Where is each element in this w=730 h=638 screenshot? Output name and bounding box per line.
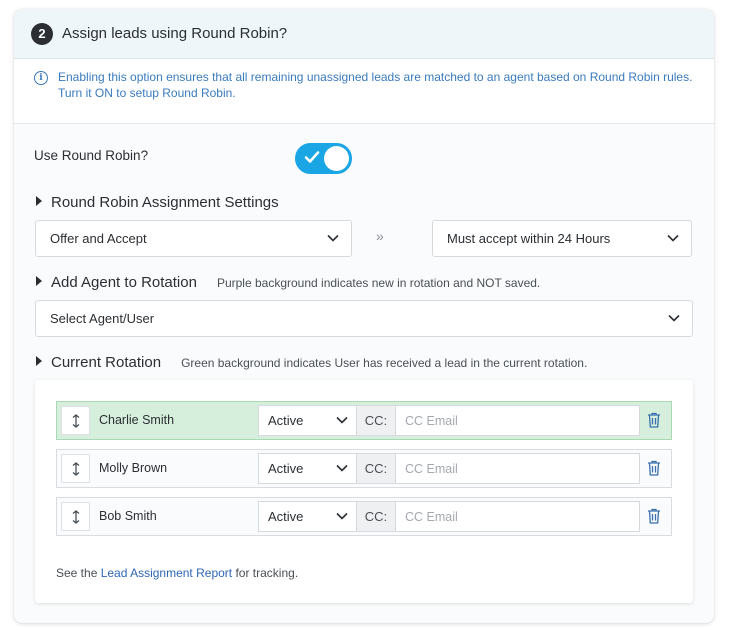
select-agent-dropdown[interactable]: Select Agent/User — [35, 300, 693, 337]
drag-handle-icon[interactable] — [61, 454, 90, 483]
current-rotation-heading[interactable]: Current Rotation Green background indica… — [36, 354, 587, 371]
accept-time-select[interactable]: Must accept within 24 Hours — [432, 220, 692, 257]
rotation-row: Molly Brown Active CC: — [56, 449, 672, 488]
card-header: 2 Assign leads using Round Robin? — [14, 9, 714, 59]
cc-label: CC: — [357, 501, 396, 532]
expand-triangle-icon — [36, 196, 42, 206]
accept-time-value: Must accept within 24 Hours — [447, 231, 611, 246]
status-select[interactable]: Active — [258, 453, 357, 484]
assignment-settings-heading[interactable]: Round Robin Assignment Settings — [36, 194, 279, 211]
use-round-robin-toggle[interactable] — [295, 143, 352, 174]
status-select[interactable]: Active — [258, 501, 357, 532]
status-value: Active — [268, 509, 304, 524]
drag-handle-icon[interactable] — [61, 502, 90, 531]
status-value: Active — [268, 413, 304, 428]
trash-icon[interactable] — [647, 412, 661, 428]
assignment-mode-value: Offer and Accept — [50, 231, 147, 246]
use-round-robin-label: Use Round Robin? — [34, 148, 149, 163]
chevron-down-icon — [336, 464, 348, 472]
use-round-robin-row: Use Round Robin? — [34, 148, 148, 163]
select-agent-placeholder: Select Agent/User — [50, 311, 155, 326]
info-box: i Enabling this option ensures that all … — [14, 59, 714, 124]
drag-handle-icon[interactable] — [61, 406, 90, 435]
cc-email-input[interactable] — [396, 405, 640, 436]
assignment-settings-title: Round Robin Assignment Settings — [51, 194, 279, 211]
info-text: Enabling this option ensures that all re… — [58, 69, 692, 123]
chevron-down-icon — [336, 512, 348, 520]
toggle-knob — [324, 146, 349, 171]
round-robin-card: 2 Assign leads using Round Robin? i Enab… — [14, 9, 714, 623]
status-select[interactable]: Active — [258, 405, 357, 436]
rotation-footer: See the Lead Assignment Report for track… — [56, 566, 298, 580]
step-badge: 2 — [31, 22, 53, 45]
cc-label: CC: — [357, 405, 396, 436]
trash-icon[interactable] — [647, 460, 661, 476]
status-value: Active — [268, 461, 304, 476]
expand-triangle-icon — [36, 356, 42, 366]
footer-suffix: for tracking. — [232, 566, 299, 580]
rotation-row: Charlie Smith Active CC: — [56, 401, 672, 440]
footer-prefix: See the — [56, 566, 101, 580]
rotation-panel: Charlie Smith Active CC: Molly Brown Act… — [35, 380, 693, 603]
cc-email-input[interactable] — [396, 453, 640, 484]
chevron-down-icon — [667, 234, 679, 242]
chevron-down-icon — [327, 234, 339, 242]
lead-assignment-report-link[interactable]: Lead Assignment Report — [101, 566, 232, 580]
double-arrow-icon: » — [376, 228, 384, 244]
check-icon — [304, 151, 320, 163]
add-agent-heading[interactable]: Add Agent to Rotation Purple background … — [36, 274, 540, 291]
cc-email-input[interactable] — [396, 501, 640, 532]
info-line-2: Turn it ON to setup Round Robin. — [58, 86, 236, 100]
info-circle-icon: i — [34, 71, 48, 85]
cc-label: CC: — [357, 453, 396, 484]
card-title: Assign leads using Round Robin? — [62, 25, 288, 42]
current-rotation-note: Green background indicates User has rece… — [181, 356, 588, 370]
add-agent-title: Add Agent to Rotation — [51, 274, 197, 291]
chevron-down-icon — [668, 314, 680, 322]
info-line-1: Enabling this option ensures that all re… — [58, 70, 693, 84]
expand-triangle-icon — [36, 276, 42, 286]
agent-name: Bob Smith — [99, 509, 157, 523]
assignment-mode-select[interactable]: Offer and Accept — [35, 220, 352, 257]
add-agent-note: Purple background indicates new in rotat… — [216, 276, 541, 290]
chevron-down-icon — [336, 416, 348, 424]
agent-name: Charlie Smith — [99, 413, 175, 427]
agent-name: Molly Brown — [99, 461, 168, 475]
current-rotation-title: Current Rotation — [51, 354, 162, 371]
trash-icon[interactable] — [647, 508, 661, 524]
rotation-row: Bob Smith Active CC: — [56, 497, 672, 536]
